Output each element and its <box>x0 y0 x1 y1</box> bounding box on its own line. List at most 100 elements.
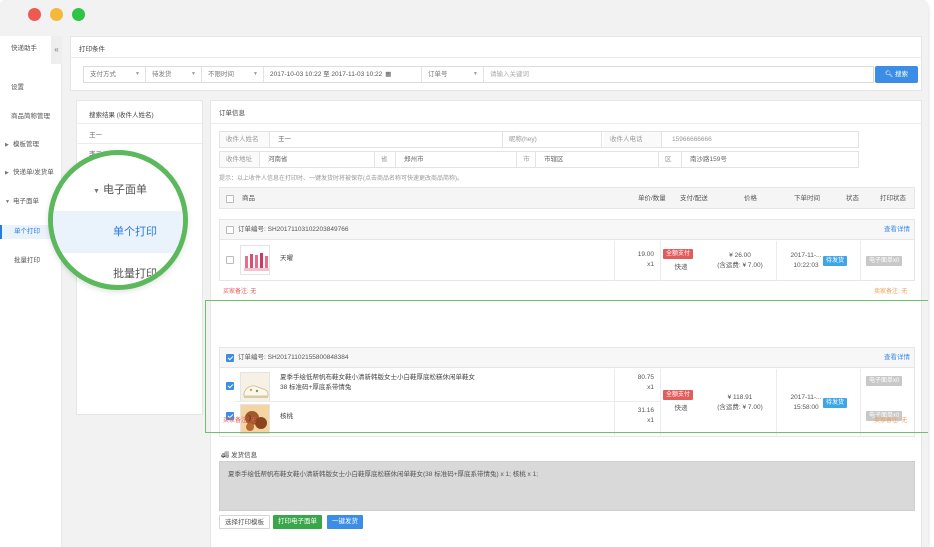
result-name-1[interactable]: 王一 <box>89 129 102 139</box>
province-unit: 省 <box>374 152 396 167</box>
magnifier-callout: ▼ 电子面单 单个打印 批量打印 <box>48 150 188 290</box>
col-print-status: 打印状态 <box>880 195 906 202</box>
quantity: x1 <box>647 261 654 268</box>
col-price-qty: 单价/数量 <box>638 195 666 202</box>
divider <box>660 241 661 281</box>
recipient-row: 收件人姓名 王一 昵称(hey) 收件人电话 15966666666 <box>219 131 859 148</box>
divider <box>776 241 777 281</box>
divider <box>77 143 202 144</box>
caret-down-icon: ▼ <box>5 199 10 205</box>
choose-template-button[interactable]: 选择打印模板 <box>219 515 270 529</box>
address-label: 收件地址 <box>220 152 260 167</box>
magnifier-group-e-waybill[interactable]: ▼ 电子面单 <box>53 169 183 211</box>
district-unit: 区 <box>658 152 682 167</box>
province-input[interactable]: 河南省 <box>262 152 372 167</box>
search-button-label: 搜索 <box>895 71 909 78</box>
divider <box>71 57 921 58</box>
tip-text: 提示：以上收件人信息在打印时、一键发货时将被保存(点击商品名称可快速更改商品简称… <box>219 176 463 182</box>
maximize-window-button[interactable] <box>72 8 85 21</box>
col-pay-ship: 支付/配送 <box>680 195 708 202</box>
search-icon: 🔍︎ <box>884 71 894 78</box>
order-card-1: 订单编号: SH20171103102203849766 查看详情 天曜 19.… <box>219 219 915 281</box>
minimize-window-button[interactable] <box>50 8 63 21</box>
truck-icon: 🚚︎ <box>221 452 230 459</box>
magnifier-single-print[interactable]: 单个打印 <box>53 211 183 253</box>
caret-down-icon: ▼ <box>93 188 100 195</box>
shipping-fee-note: (含运费: ¥ 7.00) <box>717 262 763 269</box>
item-name[interactable]: 天曜 <box>280 254 293 264</box>
sidebar-item-product-alias[interactable]: 商品简称管理 <box>0 110 62 124</box>
ship-status-value: 待发货 <box>152 71 172 78</box>
lipstick-image-icon <box>241 246 269 274</box>
order-checkbox[interactable] <box>226 226 234 234</box>
collapse-sidebar-icon[interactable]: « <box>51 36 62 64</box>
order-field-select[interactable]: 订单号 ▼ <box>422 67 484 82</box>
date-range-input[interactable]: 2017-10-03 10:22 至 2017-11-03 10:22 ▦ <box>264 67 422 82</box>
divider <box>860 241 861 281</box>
nickname-label: 昵称(hey) <box>502 132 602 147</box>
col-product: 商品 <box>242 195 255 202</box>
order-price: ¥ 26.00 <box>729 252 751 259</box>
one-click-ship-button[interactable]: 一键发货 <box>327 515 363 529</box>
col-order-time: 下单时间 <box>794 195 820 202</box>
time-filter-select[interactable]: 不限时间 ▼ <box>202 67 264 82</box>
product-thumbnail[interactable] <box>240 245 270 275</box>
search-button[interactable]: 🔍︎ 搜索 <box>875 66 918 83</box>
order-info-title: 订单信息 <box>219 110 245 117</box>
magnifier-batch-print[interactable]: 批量打印 <box>53 253 183 285</box>
status-badge: 待发货 <box>823 256 848 266</box>
ship-status-select[interactable]: 待发货 ▼ <box>146 67 202 82</box>
order-field-value: 订单号 <box>428 71 448 78</box>
view-detail-link[interactable]: 查看详情 <box>884 220 910 240</box>
print-conditions-panel: 打印条件 支付方式 ▼ 待发货 ▼ 不限时间 ▼ 2017-10-03 10:22 至… <box>70 36 922 91</box>
print-e-waybill-button[interactable]: 打印电子面单 <box>273 515 322 529</box>
calendar-icon: ▦ <box>385 71 392 78</box>
divider <box>77 123 202 124</box>
pay-badge: 全额支付 <box>663 249 694 259</box>
phone-input[interactable]: 15966666666 <box>666 132 856 147</box>
shipping-info-box: 夏季手绘低帮帆布鞋女鞋小清新韩版女士小白鞋厚底松糕休闲单鞋女(38 标准码+厚底… <box>219 461 915 511</box>
order-head: 订单编号: SH20171103102203849766 查看详情 <box>220 220 914 240</box>
filter-bar: 支付方式 ▼ 待发货 ▼ 不限时间 ▼ 2017-10-03 10:22 至 2017… <box>83 66 874 83</box>
select-all-checkbox[interactable] <box>226 195 234 203</box>
shipping-title: 发货信息 <box>231 452 258 459</box>
print-status-badge: 电子面单x0 <box>866 256 903 266</box>
shipping-content: 夏季手绘低帮帆布鞋女鞋小清新韩版女士小白鞋厚底松糕休闲单鞋女(38 标准码+厚底… <box>228 471 539 478</box>
recipient-name-input[interactable]: 王一 <box>272 132 502 147</box>
payment-method-value: 支付方式 <box>90 71 116 78</box>
sidebar-item-label: 快递单/发货单 <box>13 169 54 176</box>
address-row: 收件地址 河南省 省 郑州市 市 市辖区 区 南沙路159号 <box>219 151 859 168</box>
order-table-header: 商品 单价/数量 支付/配送 价格 下单时间 状态 打印状态 <box>219 187 915 209</box>
shipping-title-row: 🚚︎ 发货信息 <box>221 449 257 459</box>
payment-method-select[interactable]: 支付方式 ▼ <box>84 67 146 82</box>
search-results-title: 搜索结果 (收件人姓名) <box>89 112 154 119</box>
order-number: 订单编号: SH20171103102203849766 <box>238 226 349 233</box>
main-content: 打印条件 支付方式 ▼ 待发货 ▼ 不限时间 ▼ 2017-10-03 10:22 至… <box>70 36 922 547</box>
print-conditions-title: 打印条件 <box>79 46 105 53</box>
title-bar <box>0 0 928 30</box>
seller-note: 卖家备注: 无 <box>874 289 908 295</box>
divider <box>211 123 921 124</box>
city-input[interactable]: 郑州市 <box>398 152 516 167</box>
selected-order-highlight <box>205 300 928 433</box>
recipient-name-label: 收件人姓名 <box>220 132 270 147</box>
chevron-down-icon: ▼ <box>191 71 196 77</box>
phone-label: 收件人电话 <box>604 132 662 147</box>
buyer-note: 买家备注: 无 <box>223 289 257 295</box>
sidebar-item-label: 模板管理 <box>13 141 39 148</box>
close-window-button[interactable] <box>28 8 41 21</box>
street-input[interactable]: 南沙路159号 <box>684 152 854 167</box>
district-input[interactable]: 市辖区 <box>538 152 658 167</box>
sidebar-item-settings[interactable]: 设置 <box>0 81 62 95</box>
sidebar-item-label: 电子面单 <box>13 198 39 205</box>
divider <box>614 241 615 281</box>
time-filter-value: 不限时间 <box>208 71 234 78</box>
sidebar-item-template-manage[interactable]: ▶ 模板管理 <box>0 138 62 152</box>
col-price: 价格 <box>744 195 757 202</box>
item-checkbox[interactable] <box>226 256 234 264</box>
city-unit: 市 <box>516 152 536 167</box>
caret-right-icon: ▶ <box>5 142 9 148</box>
keyword-search-input[interactable]: 请输入关键词 <box>484 67 873 82</box>
chevron-down-icon: ▼ <box>253 71 258 77</box>
date-range-value: 2017-10-03 10:22 至 2017-11-03 10:22 <box>270 71 383 78</box>
